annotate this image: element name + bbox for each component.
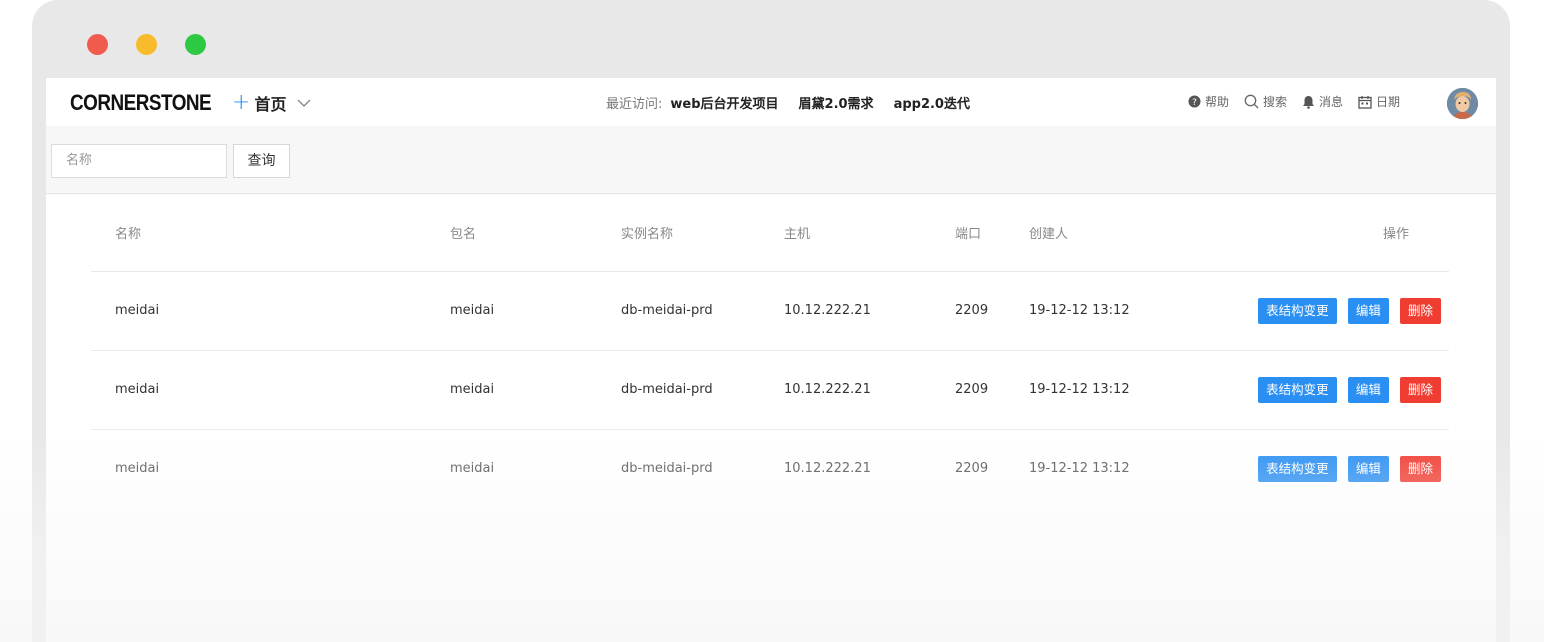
alter-structure-button[interactable]: 表结构变更: [1258, 455, 1337, 482]
calendar-icon: [1358, 95, 1372, 109]
minimize-window-button[interactable]: [136, 34, 157, 55]
search-icon: [1244, 94, 1259, 109]
table-header-row: 名称 包名 实例名称 主机 端口 创建人 操作: [91, 195, 1449, 272]
column-header-actions: 操作: [1219, 195, 1449, 272]
edit-button[interactable]: 编辑: [1347, 297, 1389, 324]
cell-port: 2209: [955, 461, 989, 477]
close-window-button[interactable]: [87, 34, 108, 55]
table-panel: 名称 包名 实例名称 主机 端口 创建人 操作 meidai meidai db…: [46, 195, 1496, 642]
alter-structure-button[interactable]: 表结构变更: [1258, 297, 1337, 324]
cell-name: meidai: [91, 271, 450, 351]
cell-port: 2209: [955, 271, 1029, 351]
table-row: meidai meidai db-meidai-prd 10.12.222.21…: [91, 429, 1449, 508]
table-row: meidai meidai db-meidai-prd 10.12.222.21…: [91, 350, 1449, 430]
search-label: 搜索: [1263, 95, 1288, 109]
help-button[interactable]: ? 帮助: [1188, 93, 1229, 110]
cell-package: meidai: [450, 461, 495, 477]
cell-instance: db-meidai-prd: [621, 350, 784, 430]
search-button[interactable]: 搜索: [1244, 93, 1287, 110]
date-button[interactable]: 日期: [1358, 93, 1400, 110]
filter-bar: 名称 查询: [46, 126, 1496, 194]
cell-host: 10.12.222.21: [784, 271, 955, 351]
svg-text:?: ?: [1192, 98, 1197, 108]
alter-structure-button[interactable]: 表结构变更: [1258, 376, 1337, 403]
messages-label: 消息: [1319, 95, 1344, 109]
cell-port: 2209: [955, 350, 1029, 430]
logo[interactable]: CORNERSTONE: [70, 90, 212, 116]
avatar-image: [1447, 88, 1478, 119]
column-header-instance: 实例名称: [621, 195, 784, 272]
maximize-window-button[interactable]: [185, 34, 206, 55]
cell-package: meidai: [450, 271, 621, 351]
main-content: 名称 查询 名称 包名 实例名称 主机 端口 创建人 操作 meidai mei…: [46, 126, 1496, 642]
date-label: 日期: [1376, 95, 1401, 109]
cell-creator: 19-12-12 13:12: [1029, 350, 1219, 430]
chevron-down-icon[interactable]: [296, 95, 312, 111]
bell-icon: [1303, 95, 1315, 109]
cell-name: meidai: [91, 350, 450, 430]
cell-instance: db-meidai-prd: [621, 271, 784, 351]
column-header-creator: 创建人: [1029, 195, 1219, 272]
help-icon: ?: [1188, 95, 1201, 108]
cell-creator: 19-12-12 13:12: [1029, 271, 1219, 351]
cell-instance: db-meidai-prd: [621, 461, 713, 477]
column-header-port: 端口: [955, 195, 1029, 272]
cell-package: meidai: [450, 350, 621, 430]
home-menu[interactable]: + 首页: [232, 92, 312, 114]
recent-visits: 最近访问: web后台开发项目 眉黛2.0需求 app2.0迭代: [606, 93, 990, 112]
database-table: 名称 包名 实例名称 主机 端口 创建人 操作 meidai meidai db…: [91, 195, 1449, 508]
delete-button[interactable]: 删除: [1399, 297, 1441, 324]
recent-visits-label: 最近访问:: [606, 97, 663, 112]
delete-button[interactable]: 删除: [1399, 376, 1441, 403]
cell-host: 10.12.222.21: [784, 350, 955, 430]
cell-name: meidai: [115, 461, 160, 477]
cell-host: 10.12.222.21: [784, 461, 871, 477]
home-label: 首页: [254, 95, 287, 114]
top-navbar: CORNERSTONE + 首页 最近访问: web后台开发项目 眉黛2.0需求…: [46, 78, 1496, 126]
messages-button[interactable]: 消息: [1302, 93, 1343, 110]
recent-link-web-backend[interactable]: web后台开发项目: [670, 93, 778, 112]
query-button[interactable]: 查询: [233, 144, 290, 178]
cell-actions: 表结构变更 编辑 删除: [1219, 271, 1449, 351]
delete-button[interactable]: 删除: [1399, 455, 1441, 482]
user-avatar[interactable]: [1447, 88, 1478, 119]
app-window: CORNERSTONE + 首页 最近访问: web后台开发项目 眉黛2.0需求…: [32, 0, 1510, 642]
plus-icon[interactable]: +: [232, 92, 250, 114]
column-header-host: 主机: [784, 195, 955, 272]
cell-actions: 表结构变更 编辑 删除: [1219, 429, 1449, 508]
column-header-name: 名称: [91, 195, 450, 272]
recent-link-app[interactable]: app2.0迭代: [894, 93, 970, 112]
recent-link-meidai[interactable]: 眉黛2.0需求: [799, 93, 874, 112]
cell-actions: 表结构变更 编辑 删除: [1219, 350, 1449, 430]
table-row: meidai meidai db-meidai-prd 10.12.222.21…: [91, 271, 1449, 351]
name-search-input[interactable]: 名称: [51, 144, 227, 178]
nav-tools: ? 帮助 搜索 消息 日期: [1188, 93, 1415, 110]
edit-button[interactable]: 编辑: [1347, 455, 1389, 482]
cell-creator: 19-12-12 13:12: [1029, 461, 1130, 477]
help-label: 帮助: [1205, 95, 1230, 109]
edit-button[interactable]: 编辑: [1347, 376, 1389, 403]
column-header-package: 包名: [450, 195, 621, 272]
app-viewport: CORNERSTONE + 首页 最近访问: web后台开发项目 眉黛2.0需求…: [46, 78, 1496, 642]
